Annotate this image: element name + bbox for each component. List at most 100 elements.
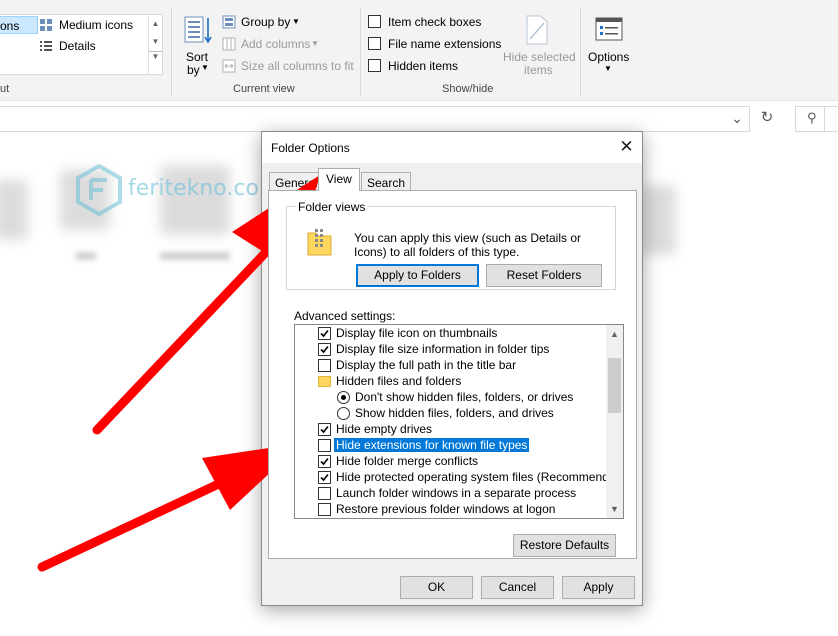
search-icon: ⚲ xyxy=(807,110,817,125)
add-columns-dropdown-icon: ▼ xyxy=(311,39,319,48)
setting-row[interactable]: Don't show hidden files, folders, or dri… xyxy=(295,389,605,405)
folder-icon xyxy=(318,376,331,387)
advanced-settings-list[interactable]: Display file icon on thumbnails Display … xyxy=(294,324,624,519)
hidden-items-checkbox[interactable] xyxy=(368,59,381,72)
setting-radio[interactable] xyxy=(337,407,350,420)
dialog-title-bar[interactable]: Folder Options ✕ xyxy=(262,132,642,163)
hidden-items-label[interactable]: Hidden items xyxy=(388,59,458,73)
setting-label: Restore previous folder windows at logon xyxy=(336,502,556,516)
settings-scrollbar[interactable]: ▲ ▼ xyxy=(606,325,623,518)
options-dropdown-icon: ▼ xyxy=(604,64,612,73)
setting-checkbox[interactable] xyxy=(318,343,331,356)
reset-folders-button[interactable]: Reset Folders xyxy=(486,264,602,287)
gallery-up-icon[interactable]: ▲ xyxy=(149,19,162,28)
add-columns-button[interactable]: Add columns xyxy=(241,37,310,51)
scroll-up-icon[interactable]: ▲ xyxy=(606,329,623,339)
file-name-extensions-label[interactable]: File name extensions xyxy=(388,37,501,51)
setting-row[interactable]: Hide folder merge conflicts xyxy=(295,453,605,469)
apply-to-folders-button[interactable]: Apply to Folders xyxy=(356,264,479,287)
setting-row[interactable]: Launch folder windows in a separate proc… xyxy=(295,485,605,501)
setting-checkbox[interactable] xyxy=(318,359,331,372)
setting-label: Launch folder windows in a separate proc… xyxy=(336,486,577,500)
blurred-file-label xyxy=(76,252,96,260)
advanced-settings-label: Advanced settings: xyxy=(294,309,396,323)
details-view-icon xyxy=(39,39,53,56)
setting-row[interactable]: Hide empty drives xyxy=(295,421,605,437)
options-label: Options xyxy=(588,50,630,64)
ribbon-separator xyxy=(580,8,581,96)
setting-row[interactable]: Show hidden files, folders, and drives xyxy=(295,405,605,421)
address-dropdown-icon[interactable]: ⌄ xyxy=(731,110,743,127)
ribbon-separator xyxy=(360,8,361,96)
setting-checkbox[interactable] xyxy=(318,487,331,500)
setting-checkbox[interactable] xyxy=(318,327,331,340)
hide-extensions-checkbox[interactable] xyxy=(318,439,331,452)
cancel-button[interactable]: Cancel xyxy=(481,576,554,599)
item-check-boxes-label[interactable]: Item check boxes xyxy=(388,15,481,29)
add-columns-icon xyxy=(222,37,236,54)
size-columns-icon xyxy=(222,59,236,76)
setting-row[interactable]: Display file size information in folder … xyxy=(295,341,605,357)
medium-icons-icon xyxy=(39,18,53,35)
setting-label: Display the full path in the title bar xyxy=(336,358,517,372)
scroll-thumb[interactable] xyxy=(608,358,621,413)
setting-row[interactable]: Display file icon on thumbnails xyxy=(295,325,605,341)
layout-details[interactable]: Details xyxy=(59,39,96,53)
item-check-boxes-checkbox[interactable] xyxy=(368,15,381,28)
restore-defaults-button[interactable]: Restore Defaults xyxy=(513,534,616,557)
hide-selected-label-1: Hide selected xyxy=(503,50,576,64)
tab-view[interactable]: View xyxy=(318,168,360,191)
gallery-more-icon[interactable]: ▼ xyxy=(149,51,162,61)
search-box[interactable]: ⚲ xyxy=(795,106,838,132)
current-view-group-label: Current view xyxy=(233,83,295,95)
folder-views-label: Folder views xyxy=(296,200,368,214)
setting-checkbox[interactable] xyxy=(318,423,331,436)
layout-selected-label: ons xyxy=(0,19,20,33)
setting-label: Hide empty drives xyxy=(336,422,433,436)
setting-checkbox[interactable] xyxy=(318,455,331,468)
setting-label: Don't show hidden files, folders, or dri… xyxy=(355,390,574,404)
address-bar[interactable]: ⌄ xyxy=(0,106,750,132)
tab-general[interactable]: General xyxy=(269,172,324,192)
sort-by-dropdown-icon: ▼ xyxy=(201,63,209,72)
layout-gallery[interactable]: ons Medium icons Details ▲ ▼ ▼ xyxy=(0,14,163,75)
sort-by-label-2: by xyxy=(187,63,200,77)
sort-by-icon xyxy=(184,15,212,48)
setting-label: Hide folder merge conflicts xyxy=(336,454,479,468)
ribbon-separator xyxy=(171,8,172,96)
layout-group-label: ut xyxy=(0,83,10,95)
close-icon[interactable]: ✕ xyxy=(613,134,640,160)
setting-row[interactable]: Display the full path in the title bar xyxy=(295,357,605,373)
blurred-file-tile xyxy=(0,180,28,240)
file-name-extensions-checkbox[interactable] xyxy=(368,37,381,50)
setting-row-selected[interactable]: Hide extensions for known file types xyxy=(295,437,605,453)
setting-row[interactable]: Hide protected operating system files (R… xyxy=(295,469,623,485)
setting-checkbox[interactable] xyxy=(318,503,331,516)
hide-selected-icon xyxy=(525,15,549,48)
scroll-down-icon[interactable]: ▼ xyxy=(606,504,623,514)
gallery-down-icon[interactable]: ▼ xyxy=(149,37,162,46)
folder-options-dialog: Folder Options ✕ General View Search You… xyxy=(261,131,643,606)
layout-option-selected[interactable]: ons xyxy=(0,16,38,34)
setting-radio[interactable] xyxy=(337,391,350,404)
dialog-title: Folder Options xyxy=(271,141,350,155)
group-by-dropdown-icon[interactable]: ▼ xyxy=(292,17,300,26)
watermark-text: feritekno.com xyxy=(128,176,281,201)
setting-label: Hide protected operating system files (R… xyxy=(336,470,624,484)
ok-button[interactable]: OK xyxy=(400,576,473,599)
refresh-button[interactable]: ↻ xyxy=(754,106,780,132)
hide-selected-label-2: items xyxy=(524,63,553,77)
setting-row[interactable]: Restore previous folder windows at logon xyxy=(295,501,605,517)
layout-medium-icons[interactable]: Medium icons xyxy=(59,18,133,32)
watermark-logo-icon xyxy=(76,163,122,217)
setting-label: Display file icon on thumbnails xyxy=(336,326,498,340)
setting-checkbox[interactable] xyxy=(318,471,331,484)
folder-views-description: You can apply this view (such as Details… xyxy=(354,231,582,259)
apply-button[interactable]: Apply xyxy=(562,576,635,599)
ribbon: ons Medium icons Details ▲ ▼ ▼ ut Sort b… xyxy=(0,0,838,101)
layout-gallery-scroll[interactable]: ▲ ▼ ▼ xyxy=(148,15,162,74)
size-all-columns-button[interactable]: Size all columns to fit xyxy=(241,59,354,73)
tab-search[interactable]: Search xyxy=(361,172,412,192)
group-by-button[interactable]: Group by xyxy=(241,15,290,29)
folder-views-icon xyxy=(306,227,334,260)
